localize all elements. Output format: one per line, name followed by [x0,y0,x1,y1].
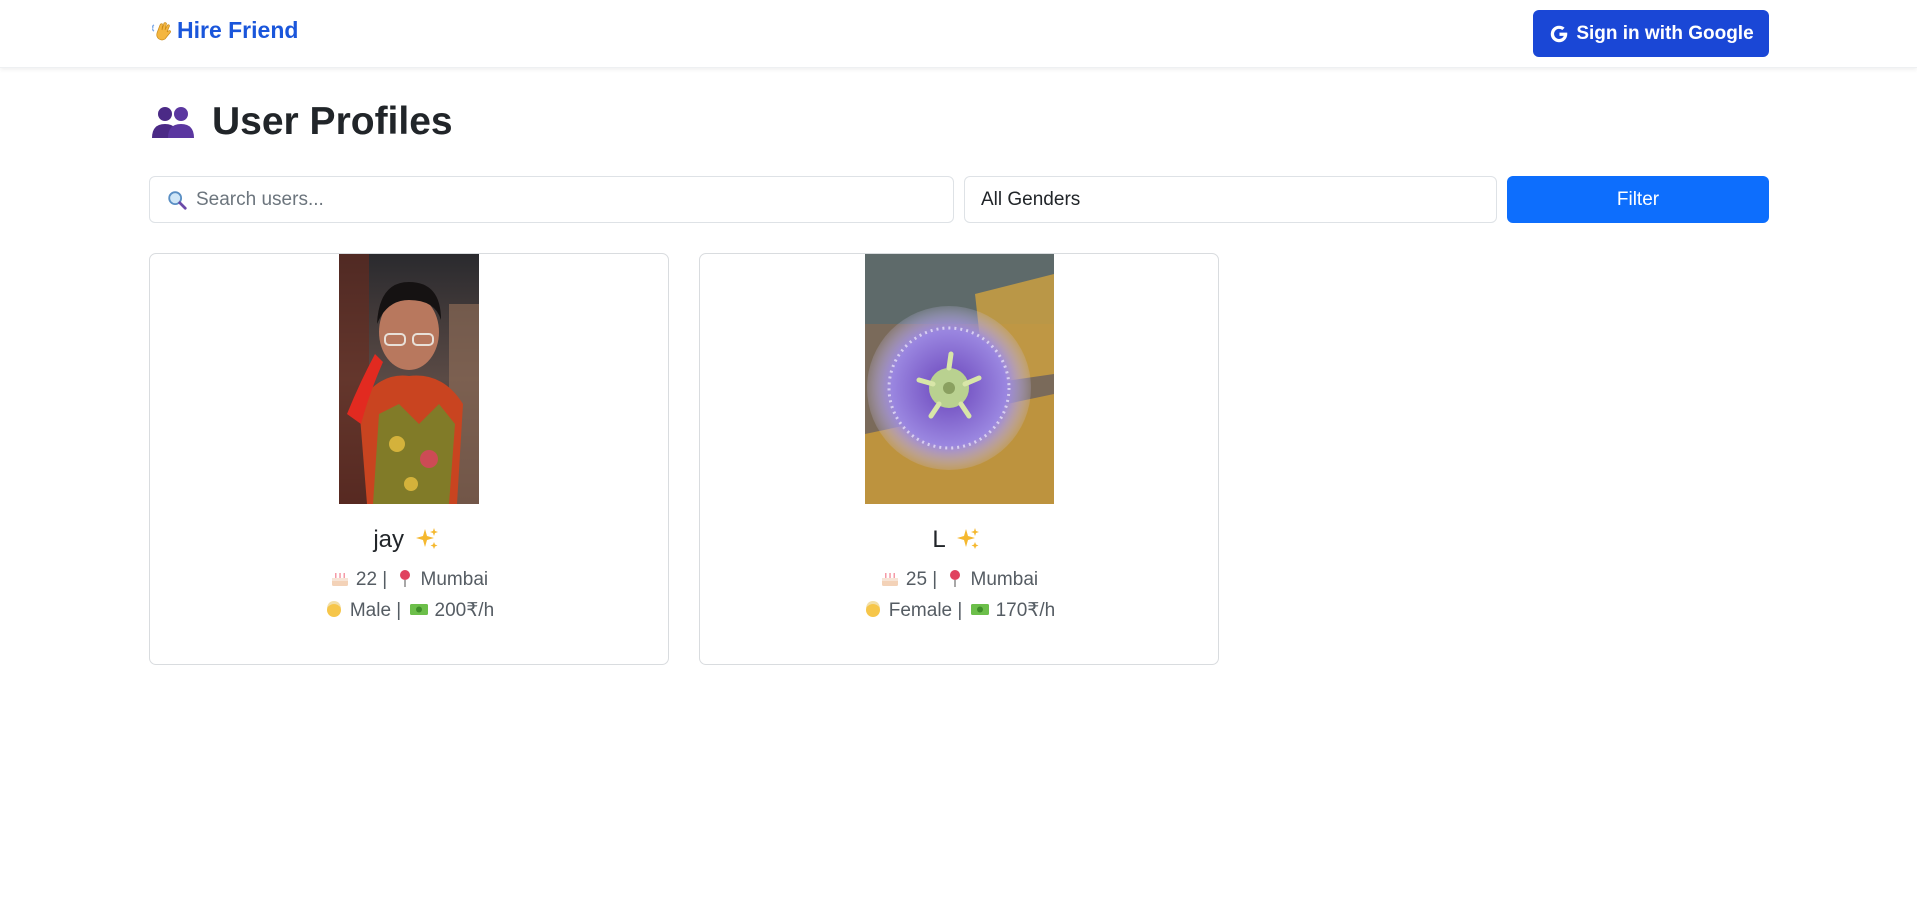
profile-rate: 170₹/h [995,600,1056,621]
profile-city: Mumbai [420,569,489,590]
filter-button[interactable]: Filter [1507,176,1769,223]
profile-age: 22 [355,569,378,590]
birthday-cake-icon [331,573,348,586]
brand-label: Hire Friend [177,17,299,43]
profile-meta-line-2: Female | 170₹/h [700,599,1218,622]
banknote-icon [409,604,428,615]
navbar: Hire Friend Sign in with Google [0,0,1917,68]
profile-city: Mumbai [970,569,1039,590]
gender-select[interactable]: All Genders [964,176,1497,223]
profile-name: jay [150,526,668,554]
google-g-icon [1551,25,1568,42]
gender-select-value: All Genders [981,188,1081,210]
sparkles-icon [415,528,438,549]
sparkles-icon [956,528,979,549]
profile-gender: Male [349,600,392,621]
search-box [149,176,954,223]
profile-name-text: jay [373,526,404,553]
magnifying-glass-icon [168,190,187,210]
person-icon [865,601,880,617]
profile-card[interactable]: L 25 | Mumbai Female | 170₹/h [699,253,1219,665]
birthday-cake-icon [881,573,898,586]
profile-meta-line-2: Male | 200₹/h [150,599,668,622]
waving-hand-icon [152,21,171,40]
page-title-text: User Profiles [212,100,453,143]
page-title: User Profiles [150,100,453,144]
two-people-icon [152,107,194,138]
brand-link[interactable]: Hire Friend [150,17,298,44]
search-input[interactable] [196,188,953,211]
profile-name: L [700,526,1218,554]
person-icon [326,601,341,617]
profile-meta-line-1: 22 | Mumbai [150,568,668,591]
profile-photo [339,254,479,504]
profile-photo [865,254,1054,504]
profile-age: 25 [905,569,928,590]
sign-in-label: Sign in with Google [1576,22,1754,44]
sign-in-google-button[interactable]: Sign in with Google [1533,10,1769,57]
banknote-icon [970,604,989,615]
profile-name-text: L [932,526,945,553]
profile-gender: Female [888,600,953,621]
round-pushpin-icon [949,570,960,587]
profile-meta-line-1: 25 | Mumbai [700,568,1218,591]
round-pushpin-icon [399,570,410,587]
profile-rate: 200₹/h [434,600,495,621]
profile-card[interactable]: jay 22 | Mumbai Male | 200₹/h [149,253,669,665]
